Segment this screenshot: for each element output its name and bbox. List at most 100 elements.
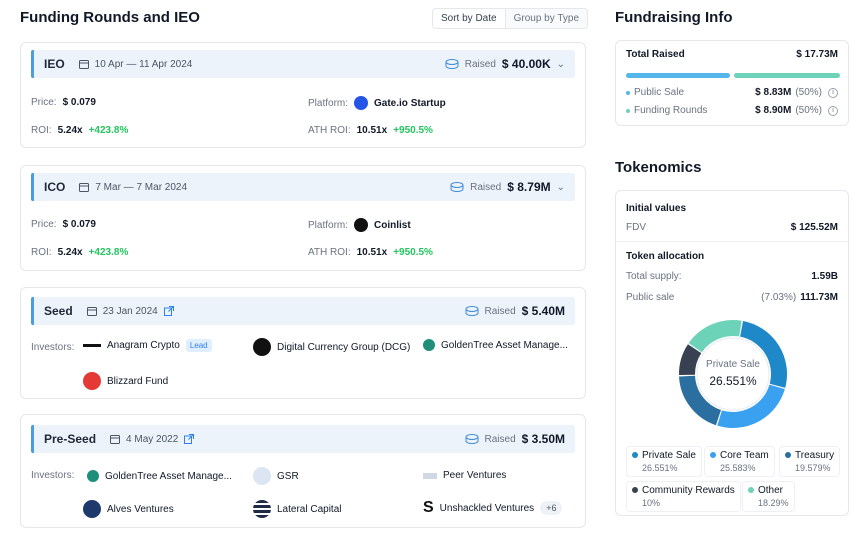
gateio-logo-icon <box>354 96 369 110</box>
round-card-preseed: Pre-Seed 4 May 2022 Raised $ 3.50M Inves… <box>20 414 586 528</box>
calendar-icon <box>86 307 97 316</box>
investor-item[interactable]: S Unshackled Ventures +6 <box>423 499 563 516</box>
investor-item[interactable]: Blizzard Fund <box>83 372 168 390</box>
round-date: 7 Mar — 7 Mar 2024 <box>79 182 187 193</box>
legend-dot <box>632 452 638 458</box>
roi-value: 5.24x <box>57 125 83 136</box>
sort-by-date-button[interactable]: Sort by Date <box>433 9 506 28</box>
peer-ventures-logo-icon <box>423 472 437 479</box>
investor-item[interactable]: Anagram Crypto Lead <box>83 339 212 352</box>
raised-amount: Raised $ 5.40M <box>465 304 565 318</box>
investor-item[interactable]: GSR <box>253 467 299 485</box>
donut-center-label: Private Sale <box>706 359 760 370</box>
public-sale-dot <box>626 90 630 95</box>
total-supply-value: 1.59B <box>811 271 838 282</box>
alves-logo-icon <box>83 500 101 518</box>
round-card-ico: ICO 7 Mar — 7 Mar 2024 Raised $ 8.79M ⌄ … <box>20 165 586 271</box>
group-by-type-button[interactable]: Group by Type <box>506 9 587 28</box>
funding-rounds-value: $ 8.90M <box>755 105 792 116</box>
platform-name[interactable]: Gate.io Startup <box>374 98 446 109</box>
price-value: $ 0.079 <box>62 219 96 230</box>
more-investors-badge[interactable]: +6 <box>540 501 563 515</box>
legend-other[interactable]: Other 18.29% <box>742 481 795 512</box>
initial-values-label: Initial values <box>626 203 687 214</box>
raised-amount: Raised $ 3.50M <box>465 432 565 446</box>
roi-change: +423.8% <box>88 125 129 136</box>
raised-amount: Raised $ 8.79M ⌄ <box>450 180 565 194</box>
calendar-icon <box>110 435 121 444</box>
dcg-logo-icon <box>253 338 271 356</box>
funding-rounds-bar <box>734 73 840 78</box>
public-sale-bar <box>626 73 730 78</box>
lateral-logo-icon <box>253 500 271 518</box>
calendar-icon <box>78 60 89 69</box>
chevron-down-icon[interactable]: ⌄ <box>557 182 565 193</box>
token-allocation-label: Token allocation <box>626 251 705 262</box>
fundraising-title: Fundraising Info <box>615 9 733 26</box>
investor-item[interactable]: Lateral Capital <box>253 500 341 518</box>
tokenomics-card: Initial values FDV $ 125.52M Token alloc… <box>615 190 849 516</box>
platform-label: Platform: <box>308 219 349 231</box>
sort-toggle: Sort by Date Group by Type <box>432 8 589 29</box>
legend-treasury[interactable]: Treasury 19.579% <box>779 446 841 477</box>
legend-dot <box>785 452 791 458</box>
investor-item[interactable]: Alves Ventures <box>83 500 174 518</box>
lead-badge: Lead <box>185 339 212 352</box>
legend-dot <box>748 487 754 493</box>
legend-core-team[interactable]: Core Team 25.583% <box>704 446 775 477</box>
coins-icon <box>445 59 459 69</box>
funding-rounds-dot <box>626 108 630 113</box>
fdv-value: $ 125.52M <box>790 222 838 233</box>
platform-label: Platform: <box>308 97 349 109</box>
fundraising-card: Total Raised $ 17.73M Public Sale $ 8.83… <box>615 40 849 126</box>
funding-rounds-pct: (50%) <box>795 105 822 116</box>
public-sale-pct: (50%) <box>795 87 822 98</box>
chevron-down-icon[interactable]: ⌄ <box>557 59 565 70</box>
external-link-icon[interactable] <box>163 306 174 316</box>
round-card-seed: Seed 23 Jan 2024 Raised $ 5.40M Investor… <box>20 287 586 399</box>
info-icon[interactable]: i <box>828 87 838 98</box>
fdv-label: FDV <box>626 222 646 233</box>
public-sale-label: Public Sale <box>634 87 685 98</box>
legend-private-sale[interactable]: Private Sale 26.551% <box>626 446 702 477</box>
public-sale-label: Public sale <box>626 292 675 303</box>
ath-roi-label: ATH ROI: <box>308 125 351 136</box>
info-icon[interactable]: i <box>828 105 838 116</box>
blizzard-logo-icon <box>83 372 101 390</box>
round-header[interactable]: IEO 10 Apr — 11 Apr 2024 Raised $ 40.00K… <box>31 50 575 78</box>
goldentree-logo-icon <box>423 339 435 351</box>
investor-item[interactable]: GoldenTree Asset Manage... <box>423 339 568 351</box>
round-header[interactable]: Pre-Seed 4 May 2022 Raised $ 3.50M <box>31 425 575 453</box>
investors-label: Investors: <box>31 470 75 481</box>
round-type: Pre-Seed <box>44 432 97 446</box>
public-sale-value: 111.73M <box>800 292 838 303</box>
investors-label: Investors: <box>31 342 75 353</box>
goldentree-logo-icon <box>87 470 99 482</box>
calendar-icon <box>79 183 90 192</box>
divider <box>616 241 848 242</box>
donut-center-value: 26.551% <box>709 374 757 388</box>
donut-slice-core-team[interactable] <box>717 384 785 428</box>
unshackled-logo-icon: S <box>423 499 434 516</box>
raised-amount: Raised $ 40.00K ⌄ <box>445 57 565 71</box>
price-label: Price: <box>31 97 57 108</box>
legend-community-rewards[interactable]: Community Rewards 10% <box>626 481 741 512</box>
total-supply-label: Total supply: <box>626 271 682 282</box>
round-header[interactable]: ICO 7 Mar — 7 Mar 2024 Raised $ 8.79M ⌄ <box>31 173 575 201</box>
round-card-ieo: IEO 10 Apr — 11 Apr 2024 Raised $ 40.00K… <box>20 42 586 148</box>
round-date: 23 Jan 2024 <box>86 306 174 317</box>
roi-label: ROI: <box>31 125 52 136</box>
anagram-logo-icon <box>83 344 101 347</box>
platform-name[interactable]: Coinlist <box>374 220 411 231</box>
investor-item[interactable]: Digital Currency Group (DCG) <box>253 338 410 356</box>
round-date: 10 Apr — 11 Apr 2024 <box>78 59 192 70</box>
coinlist-logo-icon <box>354 218 369 232</box>
ath-roi-value: 10.51x <box>356 125 388 136</box>
investor-item[interactable]: Peer Ventures <box>423 470 506 481</box>
ath-roi-change: +950.5% <box>393 247 433 258</box>
external-link-icon[interactable] <box>184 434 195 444</box>
investor-item[interactable]: GoldenTree Asset Manage... <box>87 470 232 482</box>
coins-icon <box>465 306 478 316</box>
round-header[interactable]: Seed 23 Jan 2024 Raised $ 5.40M <box>31 297 575 325</box>
total-raised-label: Total Raised <box>626 49 685 60</box>
